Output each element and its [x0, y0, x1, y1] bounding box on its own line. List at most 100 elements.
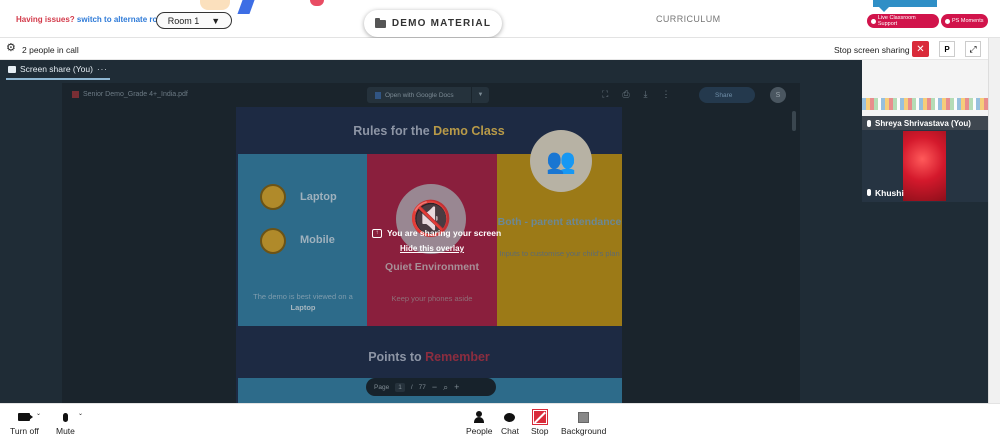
participant-name-bar: Khushi	[862, 185, 922, 200]
sharing-message: ↑ You are sharing your screen	[372, 228, 502, 238]
page-total: 77	[418, 383, 426, 391]
open-with-label: Open with Google Docs	[385, 91, 454, 99]
points-title-part1: Points to	[368, 350, 426, 364]
stop-label: Stop	[531, 426, 549, 436]
group-check-icon: 👥	[530, 130, 592, 192]
stop-share-icon	[531, 409, 548, 425]
more-vert-icon[interactable]: ⋮	[662, 89, 671, 100]
device-note-bold: Laptop	[290, 303, 316, 312]
zoom-out-icon[interactable]: −	[432, 382, 437, 392]
sharing-overlay: ↑ You are sharing your screen Hide this …	[372, 228, 502, 262]
expand-button[interactable]: ⤢	[965, 41, 981, 57]
points-title-accent: Remember	[425, 350, 490, 364]
hide-overlay-link[interactable]: Hide this overlay	[372, 244, 502, 253]
participants-panel-empty	[862, 202, 988, 403]
pdf-toolbar: Senior Demo_Grade 4+_India.pdf Open with…	[62, 83, 800, 107]
pdf-share-button[interactable]: Share	[699, 87, 755, 103]
folder-icon	[374, 17, 386, 28]
avatar[interactable]: S	[770, 87, 786, 103]
decoration	[200, 0, 230, 10]
close-icon: ✕	[916, 43, 925, 55]
background-icon	[578, 411, 590, 423]
chevron-down-icon[interactable]: ▼	[471, 87, 489, 103]
mute-label: Mute	[56, 426, 75, 436]
support-icon	[871, 18, 876, 24]
demo-material-label: DEMO MATERIAL	[391, 18, 492, 29]
page-number-input[interactable]: 1	[395, 382, 405, 392]
participant-tile-self[interactable]: Shreya Shrivastava (You)	[862, 60, 988, 130]
decoration	[237, 0, 255, 14]
tab-screen-share[interactable]: Screen share (You) ···	[6, 60, 110, 80]
zoom-in-icon[interactable]: +	[454, 382, 459, 392]
page-label: Page	[374, 383, 390, 391]
turn-off-camera-button[interactable]: ⌄ Turn off	[10, 408, 41, 436]
background-decoration	[862, 98, 988, 110]
laptop-label: Laptop	[300, 191, 337, 203]
chevron-down-icon[interactable]: ⌄	[78, 410, 83, 417]
quiet-title: Quiet Environment	[385, 261, 479, 273]
person-icon	[474, 411, 485, 423]
chat-button[interactable]: Chat	[501, 408, 519, 436]
page-scrollbar[interactable]	[988, 38, 1000, 403]
decoration	[310, 0, 324, 6]
room-label: Room 1	[167, 15, 200, 26]
print-icon[interactable]: ⎙	[622, 89, 629, 100]
stop-share-button[interactable]: Stop	[531, 408, 549, 436]
room-select[interactable]: Room 1 ▼	[156, 12, 232, 29]
pdf-file-icon	[72, 91, 79, 98]
points-title: Points to Remember	[236, 350, 622, 364]
zoom-icon[interactable]: ⌕	[443, 382, 448, 393]
pdf-scrollbar[interactable]	[792, 111, 796, 131]
add-shortcut-icon[interactable]: ⛶	[602, 89, 608, 100]
participant-name: Shreya Shrivastava (You)	[875, 118, 971, 128]
participant-name-bar: Shreya Shrivastava (You)	[862, 116, 988, 130]
chevron-down-icon[interactable]: ⌄	[36, 410, 41, 417]
issues-message: Having issues? switch to alternate room	[16, 15, 169, 24]
top-bar: Having issues? switch to alternate room …	[0, 0, 1000, 38]
mute-button[interactable]: ⌄ Mute	[56, 408, 83, 436]
chat-label: Chat	[501, 426, 519, 436]
caret-down-icon: ▼	[211, 15, 221, 26]
slide-title-part1: Rules for the	[353, 124, 434, 138]
ps-label: PS Moments	[952, 18, 984, 24]
people-label: People	[466, 426, 493, 436]
sharing-text: You are sharing your screen	[387, 228, 502, 238]
participant-tile-khushi[interactable]: Khushi	[862, 130, 988, 202]
device-note: The demo is best viewed on a Laptop	[248, 291, 358, 313]
curriculum-tab[interactable]: CURRICULUM	[656, 14, 721, 24]
turn-off-label: Turn off	[10, 426, 39, 436]
live-classroom-support-button[interactable]: Live Classroom Support	[867, 14, 939, 28]
mic-icon	[867, 189, 871, 196]
school-logo	[972, 64, 984, 78]
stop-sharing-close-button[interactable]: ✕	[912, 41, 929, 57]
smile-icon	[260, 184, 286, 210]
participant-name: Khushi	[875, 187, 904, 198]
download-icon[interactable]: ⤓	[644, 89, 648, 100]
screen-share-icon	[8, 65, 16, 73]
background-label: Background	[561, 426, 607, 436]
device-note-text: The demo is best viewed on a	[253, 292, 353, 301]
page-separator: /	[410, 383, 413, 391]
stop-screen-sharing-label[interactable]: Stop screen sharing	[834, 45, 910, 55]
gear-icon[interactable]: ⚙	[6, 43, 16, 54]
open-with-google-docs-button[interactable]: Open with Google Docs ▼	[367, 87, 489, 103]
slide-title-accent: Demo Class	[433, 124, 505, 138]
call-bar: ⚙ 2 people in call Stop screen sharing ✕…	[0, 38, 988, 60]
pdf-actions: ⛶ ⎙ ⤓ ⋮	[602, 89, 671, 100]
background-button[interactable]: Background	[561, 408, 606, 436]
page-navigator: Page 1 / 77 − ⌕ +	[366, 378, 496, 396]
mobile-label: Mobile	[300, 234, 335, 246]
google-docs-icon	[375, 91, 381, 99]
quiet-subtitle: Keep your phones aside	[391, 294, 473, 303]
more-icon[interactable]: ···	[97, 65, 108, 74]
ps-moments-button[interactable]: PS Moments	[941, 14, 988, 28]
issues-text: Having issues?	[16, 15, 75, 24]
mic-icon	[867, 119, 871, 127]
tab-label: Screen share (You)	[20, 64, 93, 74]
demo-material-button[interactable]: DEMO MATERIAL	[364, 10, 502, 37]
attendance-title: Both - parent attendance	[497, 216, 622, 228]
support-label: Live Classroom Support	[877, 15, 916, 27]
ps-icon	[945, 18, 950, 24]
people-button[interactable]: People	[466, 408, 492, 436]
p-button[interactable]: P	[939, 41, 955, 57]
